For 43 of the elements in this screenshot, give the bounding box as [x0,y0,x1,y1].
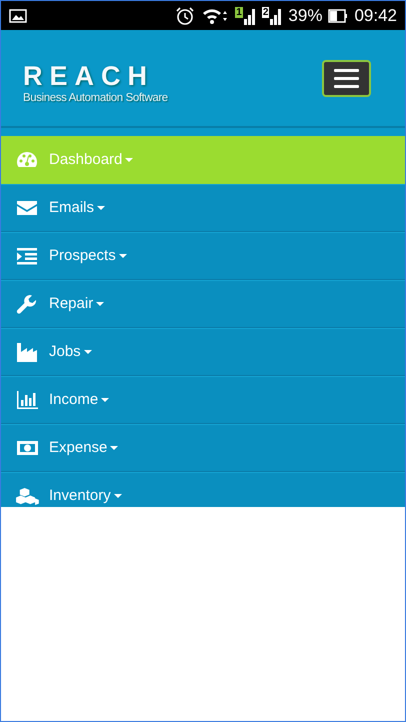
menu-item[interactable]: Prospects [1,232,405,280]
menu-label: Jobs [49,342,81,362]
menu-item[interactable]: Income [1,376,405,424]
menu-item[interactable]: Emails [1,184,405,232]
bar-chart-icon [16,390,39,410]
menu-label: Repair [49,294,94,314]
battery-level: 39% [288,4,322,27]
menu-label: Dashboard [49,150,122,170]
caret-icon [96,302,104,306]
wrench-icon [16,294,39,314]
caret-icon [97,206,106,210]
menu-label: Expense [49,438,108,458]
menu-item[interactable]: Repair [1,280,405,328]
gauge-icon [16,150,39,170]
caret-icon [84,350,92,354]
menu-button[interactable] [322,60,371,96]
factory-icon [16,342,39,362]
battery-icon [328,8,348,22]
menu-label: Inventory [49,486,111,506]
caret-icon [110,446,118,450]
alarm-icon [175,6,196,26]
menu-item[interactable]: Inventory [1,472,405,507]
menu-label: Prospects [49,246,116,266]
logo: REACH [23,62,156,90]
sim-label: 1 [235,6,243,18]
caret-icon [101,398,110,402]
caret-icon [118,254,127,258]
signal-icon [270,6,282,24]
clock: 09:42 [354,4,397,27]
money-icon [16,438,39,458]
menu-item[interactable]: Expense [1,424,405,472]
picture-icon [9,8,27,22]
signal-icon [244,6,256,24]
envelope-icon [16,198,39,218]
indent-icon [16,246,39,266]
caret-icon [114,494,122,498]
menu-item[interactable]: Jobs [1,328,405,376]
sim-label: 2 [262,6,270,18]
menu-label: Income [49,390,98,410]
cubes-icon [16,486,39,506]
tagline: Business Automation Software [23,90,168,106]
menu-label: Emails [49,198,94,218]
caret-icon [125,158,134,162]
